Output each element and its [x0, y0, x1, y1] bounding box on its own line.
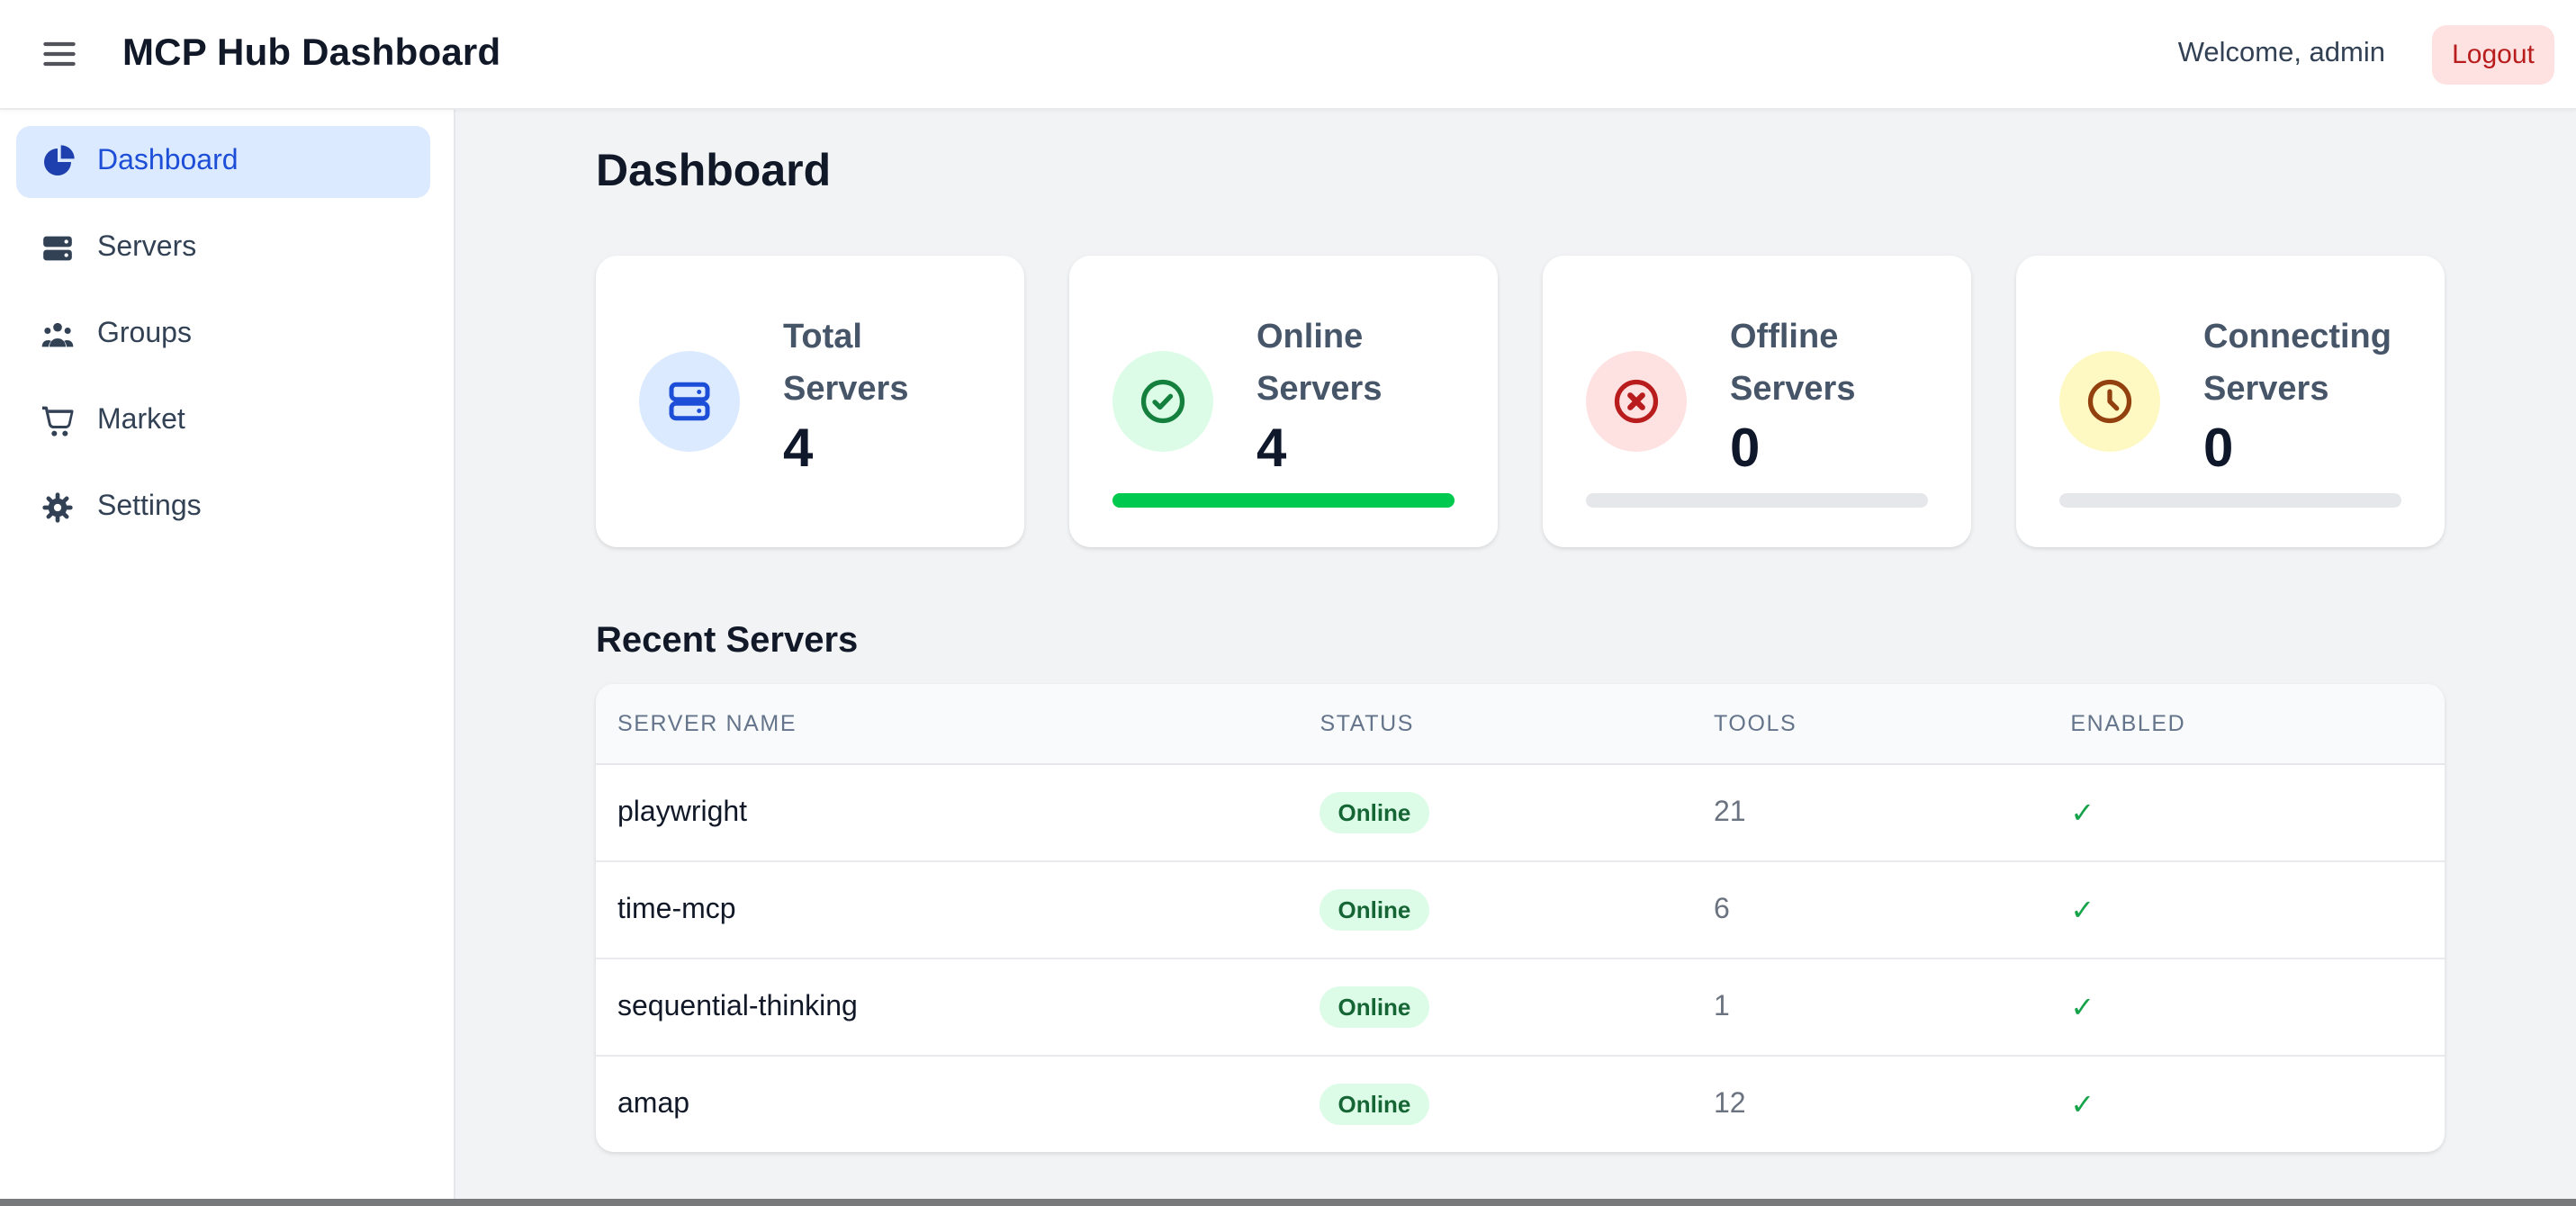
tools-count: 1 [1692, 958, 2049, 1056]
gear-icon [40, 490, 76, 526]
stat-label: Offline Servers [1730, 310, 1928, 417]
main-content: Dashboard Total Servers 4 [455, 108, 2576, 1199]
stat-icon-circle [1112, 351, 1213, 452]
stat-icon-circle [2059, 351, 2160, 452]
stat-card-total-servers: Total Servers 4 [596, 256, 1024, 547]
server-name: sequential-thinking [596, 958, 1299, 1056]
stat-progress-track [2059, 493, 2401, 508]
stat-card-offline-servers: Offline Servers 0 [1543, 256, 1971, 547]
column-header-enabled: ENABLED [2049, 684, 2445, 764]
stat-card-connecting-servers: Connecting Servers 0 [2016, 256, 2445, 547]
server-name: playwright [596, 764, 1299, 861]
recent-servers-table: SERVER NAME STATUS TOOLS ENABLED playwri… [596, 684, 2445, 1152]
sidebar-item-groups[interactable]: Groups [16, 299, 430, 371]
server-name: time-mcp [596, 861, 1299, 958]
sidebar-item-label: Dashboard [97, 146, 239, 178]
table-row[interactable]: time-mcp Online 6 ✓ [596, 861, 2445, 958]
stat-card-online-servers: Online Servers 4 [1069, 256, 1498, 547]
enabled-check-icon: ✓ [2070, 993, 2094, 1023]
column-header-status: STATUS [1299, 684, 1693, 764]
sidebar-item-settings[interactable]: Settings [16, 472, 430, 544]
stat-value: 0 [1730, 420, 1928, 482]
stat-value: 0 [2203, 420, 2401, 482]
table-header-row: SERVER NAME STATUS TOOLS ENABLED [596, 684, 2445, 764]
stat-label: Total Servers [783, 310, 981, 417]
tools-count: 6 [1692, 861, 2049, 958]
pie-chart-icon [40, 144, 76, 180]
check-circle-icon [1136, 374, 1190, 428]
recent-servers-title: Recent Servers [596, 621, 2445, 662]
top-header: MCP Hub Dashboard Welcome, admin Logout [0, 0, 2576, 110]
x-circle-icon [1609, 374, 1663, 428]
server-icon [662, 374, 716, 428]
logout-button[interactable]: Logout [2432, 24, 2554, 84]
enabled-check-icon: ✓ [2070, 896, 2094, 926]
enabled-check-icon: ✓ [2070, 1090, 2094, 1120]
status-badge: Online [1320, 888, 1429, 931]
status-badge: Online [1320, 986, 1429, 1028]
sidebar-item-servers[interactable]: Servers [16, 212, 430, 284]
sidebar-item-label: Groups [97, 319, 192, 351]
enabled-check-icon: ✓ [2070, 798, 2094, 829]
table-row[interactable]: sequential-thinking Online 1 ✓ [596, 958, 2445, 1056]
sidebar-item-label: Servers [97, 232, 196, 265]
app-title: MCP Hub Dashboard [122, 32, 500, 76]
sidebar-item-dashboard[interactable]: Dashboard [16, 126, 430, 198]
server-stack-icon [40, 230, 76, 266]
table-row[interactable]: playwright Online 21 ✓ [596, 764, 2445, 861]
welcome-text: Welcome, admin [2178, 38, 2385, 70]
tools-count: 21 [1692, 764, 2049, 861]
table-row[interactable]: amap Online 12 ✓ [596, 1056, 2445, 1152]
clock-icon [2083, 374, 2137, 428]
window-bottom-edge [0, 1199, 2576, 1206]
page-title: Dashboard [596, 146, 2445, 198]
stat-progress-track [1586, 493, 1928, 508]
stat-label: Connecting Servers [2203, 310, 2401, 417]
sidebar-item-market[interactable]: Market [16, 385, 430, 457]
stats-row: Total Servers 4 Online Servers 4 [596, 256, 2445, 547]
column-header-tools: TOOLS [1692, 684, 2049, 764]
shopping-cart-icon [40, 403, 76, 439]
stat-value: 4 [783, 420, 981, 482]
status-badge: Online [1320, 1083, 1429, 1125]
stat-icon-circle [1586, 351, 1687, 452]
tools-count: 12 [1692, 1056, 2049, 1152]
stat-value: 4 [1256, 420, 1455, 482]
stat-progress-track [1112, 493, 1455, 508]
stat-icon-circle [639, 351, 740, 452]
column-header-server-name: SERVER NAME [596, 684, 1299, 764]
sidebar-item-label: Settings [97, 491, 202, 524]
app-window: MCP Hub Dashboard Welcome, admin Logout … [0, 0, 2576, 1206]
hamburger-icon [40, 34, 79, 74]
server-name: amap [596, 1056, 1299, 1152]
sidebar: Dashboard Servers [0, 108, 455, 1199]
stat-label: Online Servers [1256, 310, 1455, 417]
sidebar-item-label: Market [97, 405, 185, 437]
hamburger-menu-button[interactable] [27, 22, 92, 86]
people-group-icon [40, 317, 76, 353]
status-badge: Online [1320, 791, 1429, 833]
